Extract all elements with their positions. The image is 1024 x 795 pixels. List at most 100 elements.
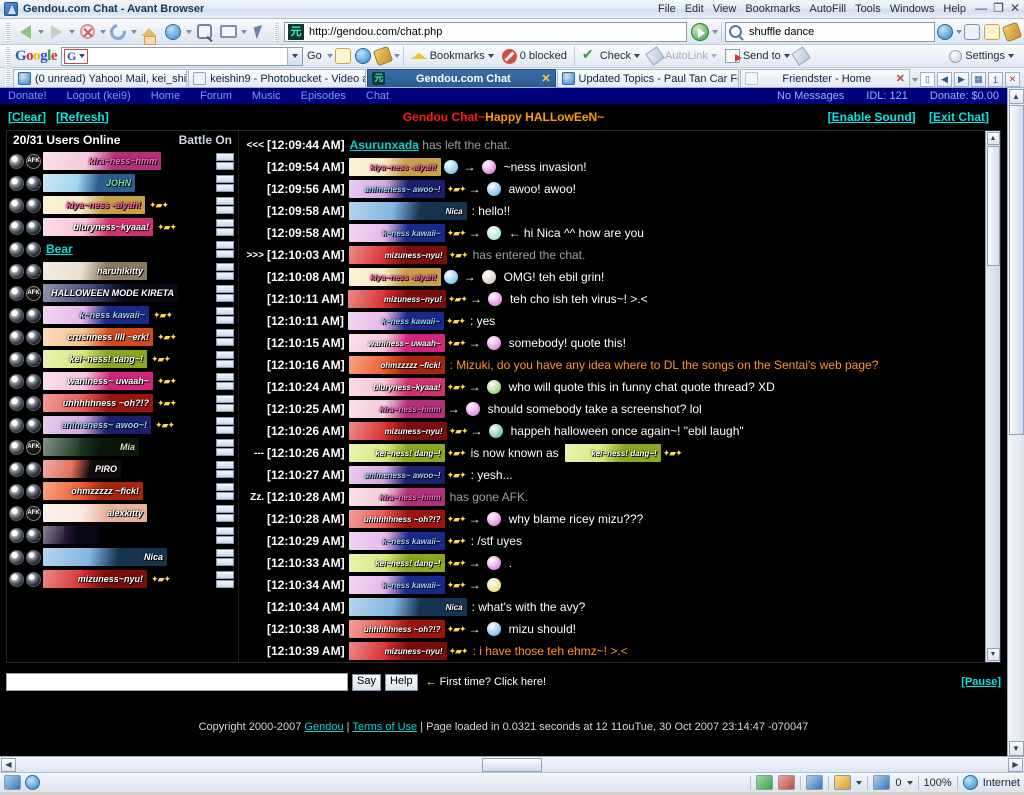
tab-friendster[interactable]: Friendster - Home ✕ <box>739 69 910 87</box>
user-battle-button[interactable] <box>216 557 234 566</box>
user-avatar-banner[interactable]: kira~ness~hmm <box>348 488 445 506</box>
nav-chat[interactable]: Chat <box>366 90 389 102</box>
idle-clock-icon[interactable] <box>26 197 41 213</box>
next-tab-button[interactable]: ▶ <box>954 72 969 87</box>
user-list-item[interactable]: waniness~ uwaah~ ✦▰✦ <box>9 370 236 392</box>
page-scroll-thumb[interactable] <box>1008 105 1024 435</box>
user-battle-button[interactable] <box>216 227 234 236</box>
user-avatar-banner[interactable]: ohmzzzzz ~fick! <box>43 482 143 500</box>
user-whisper-button[interactable] <box>216 372 234 381</box>
zoom-level[interactable]: 100% <box>924 777 952 789</box>
user-presence-icon[interactable] <box>9 329 24 345</box>
user-avatar-banner[interactable]: ohmzzzzz ~fick! <box>348 356 445 374</box>
idle-clock-icon[interactable] <box>26 329 41 345</box>
user-whisper-button[interactable] <box>216 548 234 557</box>
user-list-item[interactable]: kei~ness! dang~! ✦▰✦ <box>9 348 236 370</box>
user-avatar-banner[interactable]: mizuness~nyu! <box>43 570 147 588</box>
user-presence-icon[interactable] <box>9 219 24 235</box>
user-battle-button[interactable] <box>216 359 234 368</box>
user-avatar-banner[interactable]: PIRO <box>43 460 121 478</box>
user-action-buttons[interactable] <box>216 350 236 368</box>
idle-clock-icon[interactable] <box>26 461 41 477</box>
highlight-icon[interactable] <box>984 23 1000 40</box>
browser-search-input[interactable]: shuffle dance <box>745 26 814 38</box>
google-earth-icon[interactable] <box>354 48 371 64</box>
user-whisper-button[interactable] <box>216 482 234 491</box>
google-engine-select[interactable]: G <box>64 48 89 64</box>
refresh-link[interactable]: [Refresh] <box>56 110 109 124</box>
message-user[interactable]: kei~ness! dang~! ✦▰✦ <box>348 554 467 572</box>
user-avatar-banner[interactable] <box>43 526 99 544</box>
user-avatar-banner[interactable]: mizuness~nyu! <box>348 642 447 660</box>
google-toolbar-grip[interactable] <box>5 46 10 66</box>
idle-clock-icon[interactable] <box>26 527 41 543</box>
user-avatar-banner[interactable]: bluryness~kyaaa! <box>348 378 445 396</box>
google-spellcheck-button[interactable]: Check <box>582 46 641 64</box>
user-battle-button[interactable] <box>216 183 234 192</box>
user-action-buttons[interactable] <box>216 372 236 390</box>
user-battle-button[interactable] <box>216 205 234 214</box>
tab-photobucket[interactable]: keishin9 - Photobucket - Video and I... … <box>188 69 367 87</box>
message-user[interactable]: k~ness kawaii~ ✦▰✦ <box>348 532 467 550</box>
user-action-buttons[interactable] <box>216 394 236 412</box>
user-battle-button[interactable] <box>216 293 234 302</box>
user-list-item[interactable]: AFK kira~ness~hmm <box>9 150 236 172</box>
nav-forum[interactable]: Forum <box>200 90 232 102</box>
user-battle-button[interactable] <box>216 315 234 324</box>
user-avatar-banner[interactable]: alexkitty <box>43 504 147 522</box>
user-presence-icon[interactable] <box>9 285 24 301</box>
user-presence-icon[interactable] <box>9 241 24 257</box>
message-user[interactable]: Nica <box>348 202 467 220</box>
message-user[interactable]: kei~ness! dang~! ✦▰✦ <box>348 444 467 462</box>
user-battle-button[interactable] <box>216 161 234 170</box>
user-whisper-button[interactable] <box>216 526 234 535</box>
user-whisper-button[interactable] <box>216 460 234 469</box>
tab-yahoo-mail[interactable]: (0 unread) Yahoo! Mail, kei_shin9 ✕ <box>12 69 188 87</box>
gendou-link[interactable]: Gendou <box>304 721 343 733</box>
user-avatar-banner[interactable]: Nica <box>348 598 467 616</box>
user-presence-icon[interactable] <box>9 527 24 543</box>
user-list-item[interactable]: ohmzzzzz ~fick! <box>9 480 236 502</box>
user-battle-button[interactable] <box>216 469 234 478</box>
user-avatar-banner[interactable]: uhhhhhness ~oh?!? <box>43 394 153 412</box>
message-user[interactable]: uhhhhhness ~oh?!? ✦▰✦ <box>348 620 467 638</box>
user-avatar-banner[interactable]: k~ness kawaii~ <box>348 532 445 550</box>
menu-item-windows[interactable]: Windows <box>890 3 935 15</box>
google-more-dropdown-icon[interactable] <box>393 54 400 58</box>
new-tab-button[interactable]: ▯ <box>920 72 935 87</box>
user-avatar-banner[interactable]: mizuness~nyu! <box>348 422 447 440</box>
user-action-buttons[interactable] <box>216 306 236 324</box>
pause-link[interactable]: [Pause] <box>961 676 1001 688</box>
monitor-icon[interactable] <box>806 775 824 790</box>
idle-clock-icon[interactable] <box>26 351 41 367</box>
user-avatar-banner[interactable]: k~ness kawaii~ <box>347 312 444 330</box>
google-autolink-button[interactable]: AutoLink <box>645 46 717 66</box>
user-avatar-banner[interactable]: JOHN <box>43 174 135 192</box>
message-user[interactable]: bluryness~kyaaa! ✦▰✦ <box>348 378 467 396</box>
user-whisper-button[interactable] <box>216 240 234 249</box>
tab-gendou-chat[interactable]: 元 Gendou.com Chat ✕ <box>367 69 556 87</box>
message-user[interactable]: mizuness~nyu! ✦▰✦ <box>347 290 468 308</box>
afk-status-icon[interactable]: AFK <box>26 505 41 521</box>
user-list-item[interactable]: uhhhhhness ~oh?!? ✦▰✦ <box>9 392 236 414</box>
idle-clock-icon[interactable] <box>26 571 41 587</box>
user-presence-icon[interactable] <box>9 263 24 279</box>
browser-search-box[interactable]: shuffle dance <box>725 21 935 42</box>
user-action-buttons[interactable] <box>216 328 236 346</box>
tab-list-dropdown-icon[interactable] <box>912 77 918 82</box>
enable-sound-link[interactable]: [Enable Sound] <box>828 110 916 124</box>
user-action-buttons[interactable] <box>216 548 236 566</box>
user-avatar-banner[interactable]: HALLOWEEN MODE KIRETA <box>43 284 178 302</box>
afk-status-icon[interactable]: AFK <box>26 153 41 169</box>
user-avatar-banner[interactable]: animeness~ awoo~! <box>348 466 445 484</box>
toolbar-grip[interactable] <box>5 21 10 42</box>
hscroll-left-button[interactable]: ◀ <box>1 757 16 772</box>
globe-button[interactable] <box>161 21 185 43</box>
terms-of-use-link[interactable]: Terms of Use <box>352 721 417 733</box>
new-window-button[interactable] <box>216 21 240 43</box>
message-user[interactable]: kiya~ness -aiyah! <box>348 268 441 286</box>
user-whisper-button[interactable] <box>216 438 234 447</box>
google-settings-button[interactable]: Settings <box>949 49 1014 63</box>
refresh-button[interactable] <box>106 20 130 43</box>
user-battle-button[interactable] <box>216 403 234 412</box>
